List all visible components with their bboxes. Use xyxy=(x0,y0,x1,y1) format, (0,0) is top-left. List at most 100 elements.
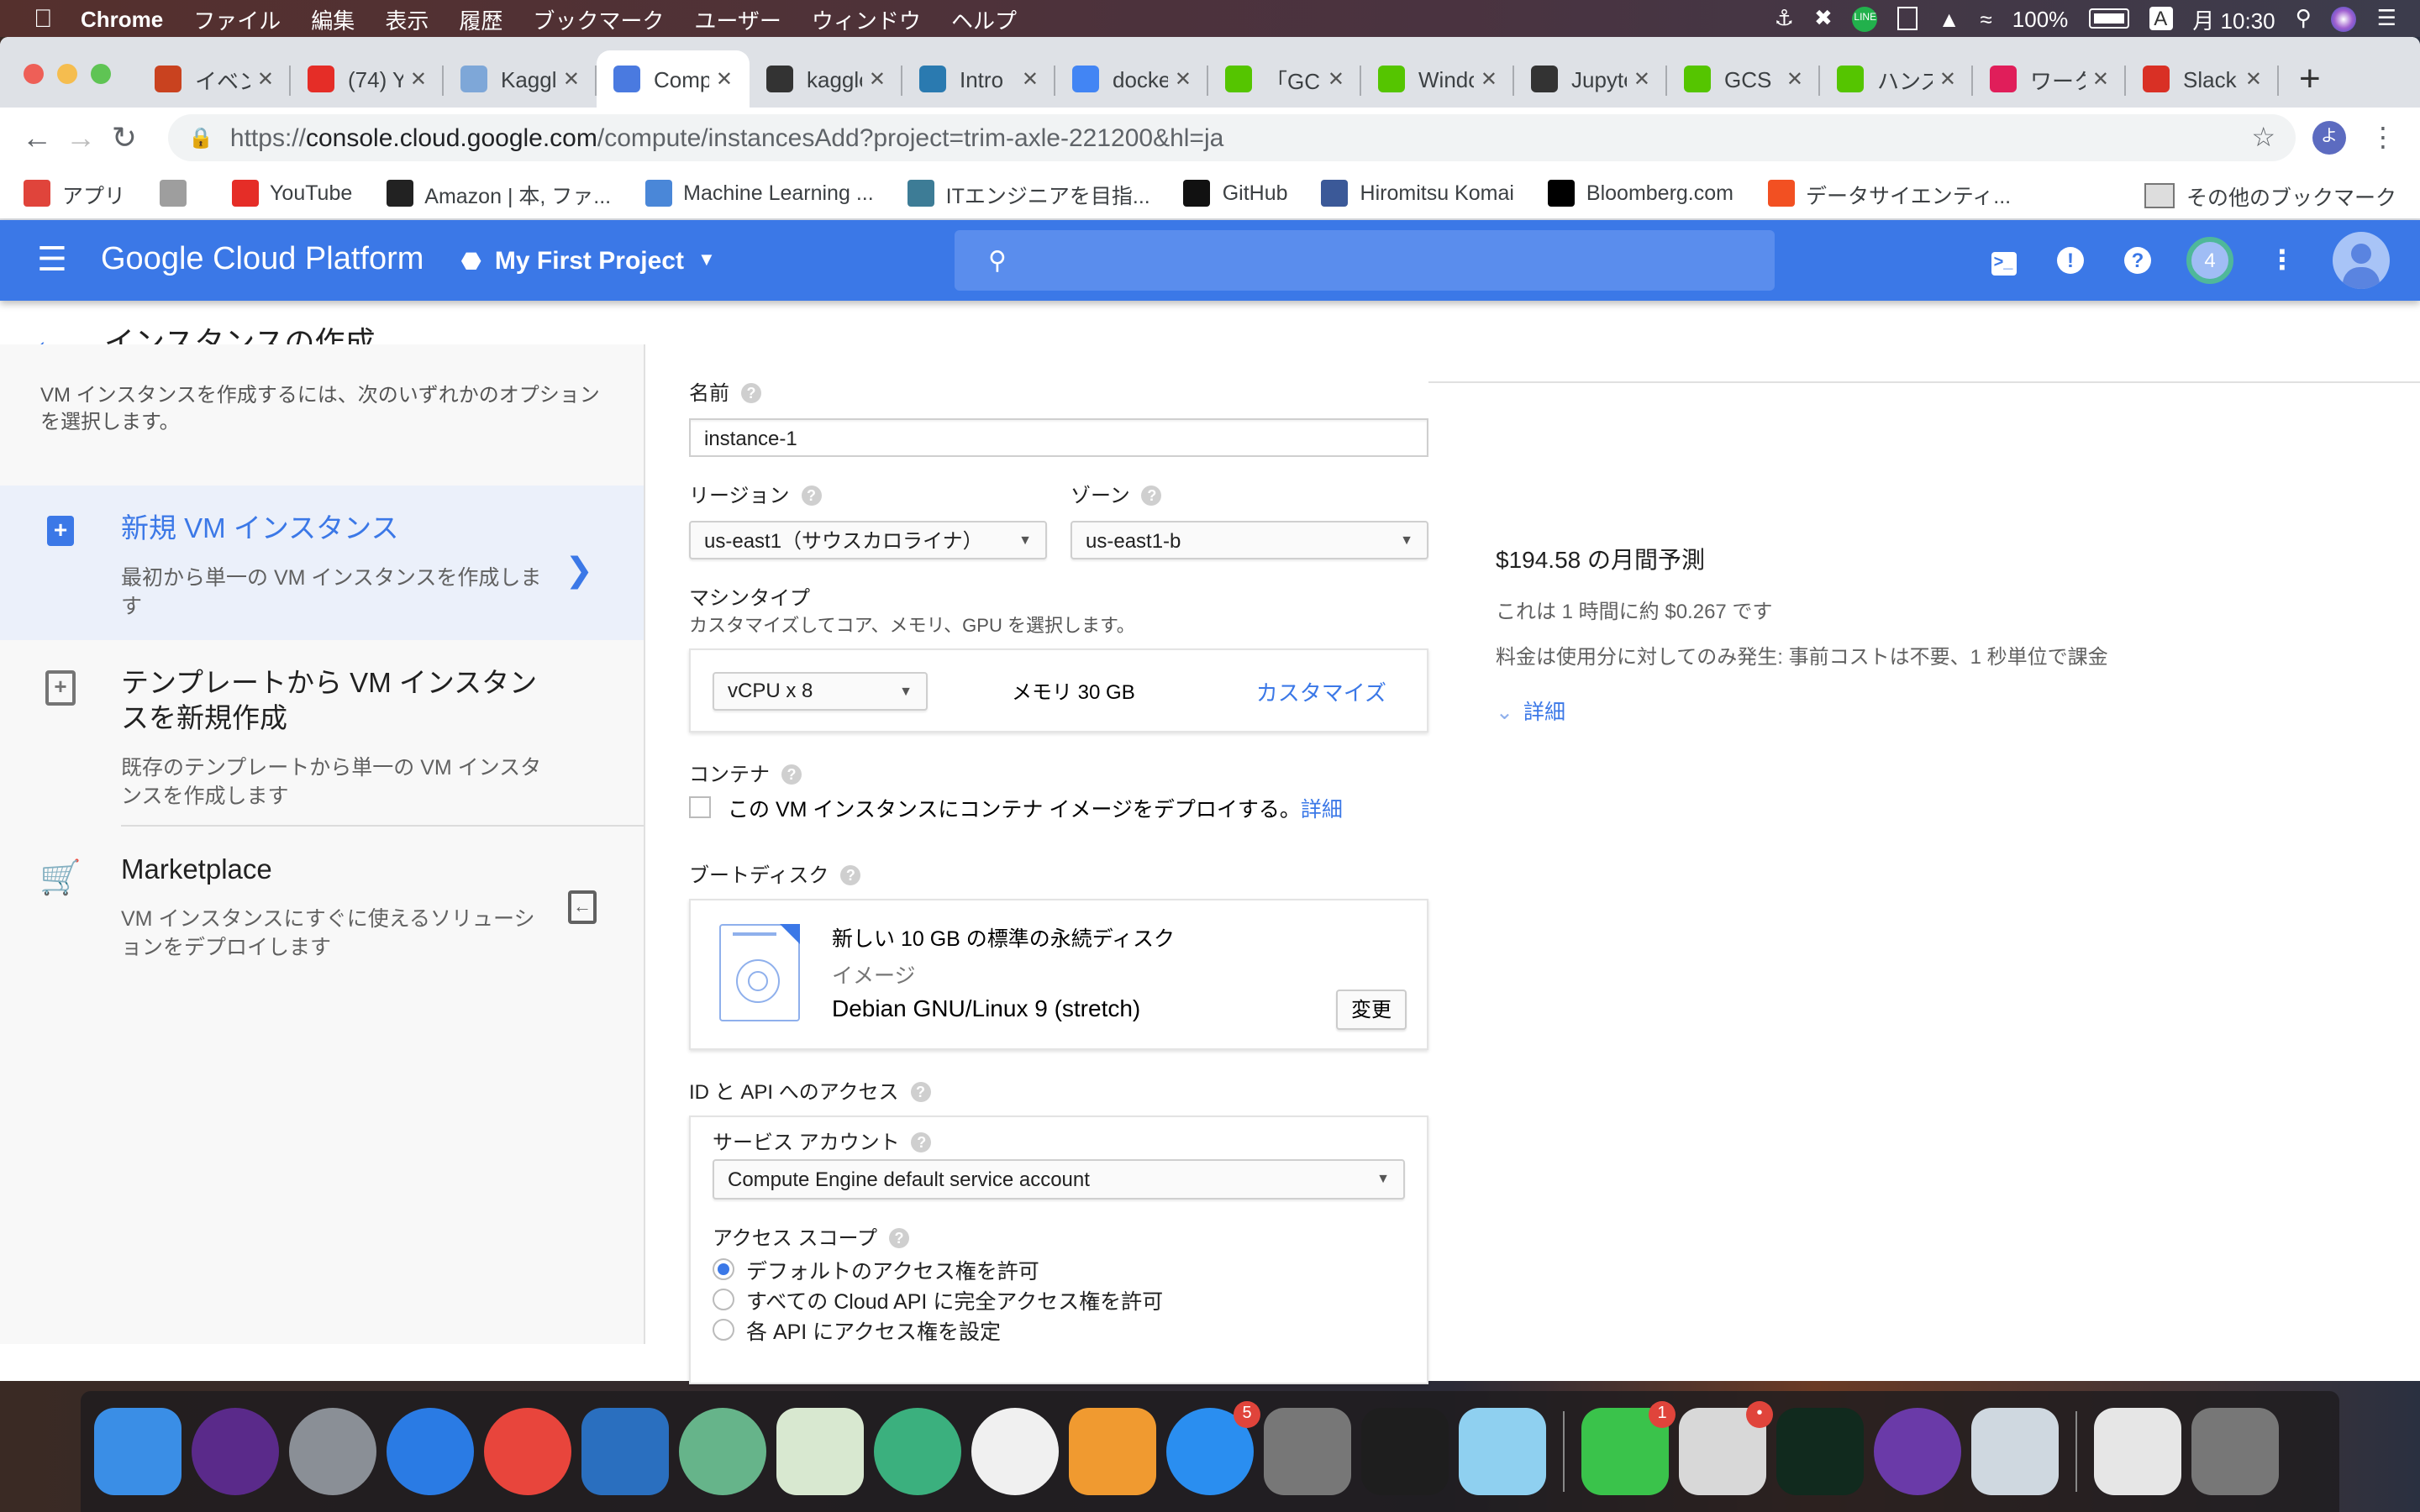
help-icon[interactable]: ? xyxy=(889,1227,910,1247)
dock-paper-plane-icon[interactable] xyxy=(874,1408,961,1495)
avast-icon[interactable]: ✖ xyxy=(1814,5,1833,32)
dock-trash-icon[interactable] xyxy=(2191,1408,2279,1495)
scope-radio-each-api[interactable]: 各 API にアクセス権を設定 xyxy=(713,1315,1405,1343)
bookmark-item[interactable]: GitHub xyxy=(1183,180,1288,207)
battery-icon[interactable] xyxy=(2088,8,2129,29)
dock-slack-icon[interactable]: • xyxy=(1679,1401,1773,1495)
close-tab-icon[interactable]: ✕ xyxy=(1481,67,1497,91)
dock-system-preferences-icon[interactable] xyxy=(1264,1408,1351,1495)
menu-app-name[interactable]: Chrome xyxy=(81,6,163,31)
menu-edit[interactable]: 編集 xyxy=(311,3,355,34)
help-icon[interactable]: ? xyxy=(1141,485,1162,505)
menu-window[interactable]: ウィンドウ xyxy=(812,3,921,34)
dock-downloads-stack-icon[interactable] xyxy=(2094,1408,2181,1495)
tab-item[interactable]: kaggle ✕ xyxy=(750,50,902,108)
close-tab-icon[interactable]: ✕ xyxy=(716,67,733,91)
dock-preview-icon[interactable] xyxy=(1971,1408,2059,1495)
region-select[interactable]: us-east1（サウスカロライナ） ▼ xyxy=(689,521,1047,559)
close-tab-icon[interactable]: ✕ xyxy=(1022,67,1039,91)
menu-bookmarks[interactable]: ブックマーク xyxy=(533,3,664,34)
close-tab-icon[interactable]: ✕ xyxy=(869,67,886,91)
dock-maps-icon[interactable] xyxy=(776,1408,864,1495)
close-tab-icon[interactable]: ✕ xyxy=(410,67,427,91)
menu-help[interactable]: ヘルプ xyxy=(951,3,1017,34)
close-window-button[interactable] xyxy=(24,64,44,84)
service-account-select[interactable]: Compute Engine default service account ▼ xyxy=(713,1159,1405,1200)
tab-active[interactable]: Compute Engine ✕ xyxy=(597,50,750,108)
tab-item[interactable]: GCS ✕ xyxy=(1667,50,1820,108)
dock-activity-monitor-icon[interactable] xyxy=(1776,1408,1864,1495)
dock-safari-icon[interactable] xyxy=(387,1408,474,1495)
container-checkbox[interactable] xyxy=(689,796,711,818)
close-tab-icon[interactable]: ✕ xyxy=(563,67,580,91)
close-tab-icon[interactable]: ✕ xyxy=(257,67,274,91)
scope-radio-full[interactable]: すべての Cloud API に完全アクセス権を許可 xyxy=(713,1285,1405,1313)
tab-item[interactable]: Kaggle ✕ xyxy=(444,50,597,108)
bookmark-item[interactable]: YouTube xyxy=(231,180,352,207)
close-tab-icon[interactable]: ✕ xyxy=(1939,67,1956,91)
close-tab-icon[interactable]: ✕ xyxy=(1634,67,1650,91)
help-icon[interactable]: ? xyxy=(911,1131,932,1152)
line-icon[interactable]: LINE xyxy=(1852,6,1878,31)
dock-terminal-icon[interactable] xyxy=(1361,1408,1449,1495)
option-new-vm-instance[interactable]: + 新規 VM インスタンス 最初から単一の VM インスタンスを作成します ❯ xyxy=(0,486,644,640)
dock-photos-icon[interactable] xyxy=(971,1408,1059,1495)
tab-item[interactable]: イベント ✕ xyxy=(138,50,291,108)
back-icon[interactable]: ← xyxy=(20,120,54,155)
change-boot-disk-button[interactable]: 変更 xyxy=(1335,990,1407,1030)
zoom-window-button[interactable] xyxy=(91,64,111,84)
menu-file[interactable]: ファイル xyxy=(193,3,281,34)
pricing-details-toggle[interactable]: ⌄ 詳細 xyxy=(1496,694,2108,726)
more-options-icon[interactable]: ⋮ xyxy=(2249,244,2316,277)
option-marketplace[interactable]: 🛒 Marketplace VM インスタンスにすぐに使えるソリューションをデプ… xyxy=(0,827,644,995)
close-tab-icon[interactable]: ✕ xyxy=(1328,67,1344,91)
profile-avatar[interactable]: よ xyxy=(2312,121,2346,155)
airplay-icon[interactable]: ▲ xyxy=(1939,6,1960,31)
bookmark-item[interactable]: Hiromitsu Komai xyxy=(1321,180,1514,207)
siri-icon[interactable] xyxy=(2331,6,2357,31)
radio-button[interactable] xyxy=(713,1318,734,1340)
container-details-link[interactable]: 詳細 xyxy=(1301,791,1343,823)
radio-button[interactable] xyxy=(713,1257,734,1279)
help-icon[interactable]: ? xyxy=(2104,245,2171,276)
bookmark-star-icon[interactable]: ☆ xyxy=(2251,121,2275,155)
notification-center-icon[interactable]: ☰ xyxy=(2377,5,2396,32)
minimize-window-button[interactable] xyxy=(57,64,77,84)
bookmark-item[interactable]: アプリ xyxy=(24,177,125,209)
reload-icon[interactable]: ↻ xyxy=(108,120,141,155)
bookmark-item[interactable]: Machine Learning ... xyxy=(644,180,874,207)
close-tab-icon[interactable]: ✕ xyxy=(2245,67,2262,91)
tab-item[interactable]: Slack ✕ xyxy=(2126,50,2279,108)
notifications-badge[interactable]: 4 xyxy=(2186,237,2233,284)
dock-finder-icon[interactable] xyxy=(94,1408,182,1495)
docker-icon[interactable]: ⚓ xyxy=(1775,5,1794,32)
tab-item[interactable]: Windows ✕ xyxy=(1361,50,1514,108)
close-tab-icon[interactable]: ✕ xyxy=(1786,67,1803,91)
cloud-shell-icon[interactable]: >_ xyxy=(1970,245,2037,276)
dock-atom-icon[interactable] xyxy=(679,1408,766,1495)
radio-button[interactable] xyxy=(713,1288,734,1310)
close-tab-icon[interactable]: ✕ xyxy=(2092,67,2109,91)
chrome-menu-icon[interactable]: ⋮ xyxy=(2370,121,2396,155)
tablet-icon[interactable] xyxy=(1897,7,1918,30)
tab-item[interactable]: Jupyter ✕ xyxy=(1514,50,1667,108)
dock-line-icon[interactable]: 1 xyxy=(1581,1401,1676,1495)
dock-app-store-icon[interactable]: 5 xyxy=(1166,1401,1260,1495)
zone-select[interactable]: us-east1-b ▼ xyxy=(1071,521,1428,559)
dock-kindle-icon[interactable] xyxy=(1459,1408,1546,1495)
address-bar[interactable]: 🔒 https://console.cloud.google.com/compu… xyxy=(168,114,2296,161)
bookmark-item[interactable] xyxy=(159,180,197,207)
help-icon[interactable]: ? xyxy=(840,864,861,885)
gcp-brand[interactable]: Google Cloud Platform xyxy=(101,242,424,279)
dock-chrome-icon[interactable] xyxy=(484,1408,571,1495)
dock-quill-icon[interactable] xyxy=(1874,1408,1961,1495)
tab-item[interactable]: ワークスペース✕ xyxy=(1973,50,2126,108)
apple-icon[interactable]:  xyxy=(34,6,57,31)
name-input[interactable]: instance-1 xyxy=(689,418,1428,457)
notifications-alert-icon[interactable]: ! xyxy=(2037,245,2104,276)
dock-pages-icon[interactable] xyxy=(1069,1408,1156,1495)
option-from-template[interactable]: + テンプレートから VM インスタンスを新規作成 既存のテンプレートから単一の… xyxy=(0,640,644,825)
lock-icon[interactable]: 🔒 xyxy=(188,126,213,150)
help-icon[interactable]: ? xyxy=(781,764,802,784)
project-selector[interactable]: ⬣ My First Project ▼ xyxy=(460,246,715,275)
